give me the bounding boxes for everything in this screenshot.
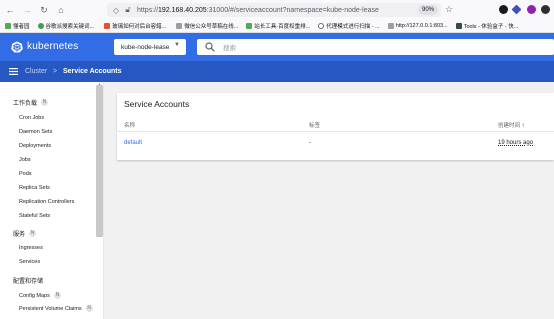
sidebar-scrollbar[interactable]	[96, 85, 103, 237]
bookmark-item[interactable]: 玻璃如何对后台容錯...	[104, 22, 166, 30]
bookmark-favicon-icon	[5, 23, 11, 29]
bookmark-favicon-icon	[37, 23, 44, 29]
column-header-created[interactable]: 创建时间 ↑	[498, 121, 525, 129]
namespace-selector[interactable]: kube-node-lease ▼	[114, 39, 186, 55]
zoom-level[interactable]: 90%	[417, 5, 438, 15]
row-labels: -	[309, 140, 311, 146]
home-icon[interactable]: ⌂	[54, 3, 68, 17]
sidebar-item-daemon-sets[interactable]: Daemon Sets	[19, 129, 52, 135]
sidebar-section-badge: N	[41, 99, 49, 106]
extension-icon[interactable]	[511, 4, 522, 15]
breadcrumb-cluster[interactable]: Cluster	[25, 68, 47, 75]
insecure-lock-icon: 🔓︎	[125, 5, 131, 14]
service-accounts-card: Service Accounts 名称 标签 创建时间 ↑ default - …	[117, 93, 554, 160]
page-title: Service Accounts	[63, 68, 122, 75]
bookmark-item[interactable]: 代理模式进行扫描 - ...	[318, 22, 380, 30]
sidebar-item-config-maps[interactable]: Config Maps N	[19, 292, 61, 299]
sidebar-item-stateful-sets[interactable]: Stateful Sets	[19, 213, 50, 219]
url-text: https://192.168.40.205:31000/#/serviceac…	[137, 6, 379, 14]
sidebar-section-workloads[interactable]: 工作负载 N	[13, 98, 49, 107]
row-name-link[interactable]: default	[124, 140, 142, 146]
app-header: kubernetes kube-node-lease ▼ 搜索	[0, 33, 554, 61]
column-header-name[interactable]: 名称	[124, 121, 135, 129]
bookmark-favicon-icon	[104, 23, 111, 29]
sidebar-item-services[interactable]: Services	[19, 259, 40, 265]
search-placeholder: 搜索	[223, 45, 236, 52]
extension-icon[interactable]	[527, 5, 536, 14]
breadcrumb-separator: >	[53, 68, 58, 75]
bookmark-star-icon[interactable]: ☆	[445, 4, 453, 15]
sidebar-section-service[interactable]: 服务 N	[13, 229, 37, 238]
bookmark-favicon-icon	[176, 23, 183, 29]
extension-icon[interactable]	[499, 5, 508, 14]
search-icon	[205, 42, 215, 52]
sidebar-item-replication-controllers[interactable]: Replication Controllers	[19, 199, 74, 205]
row-created-time: 19 hours ago	[498, 140, 534, 146]
sidebar-item-jobs[interactable]: Jobs	[19, 157, 31, 163]
address-bar[interactable]: ◇ 🔓︎ https://192.168.40.205:31000/#/serv…	[107, 3, 441, 17]
sidebar-item-deployments[interactable]: Deployments	[19, 143, 51, 149]
bookmark-favicon-icon	[455, 23, 462, 29]
bookmark-favicon-icon	[318, 23, 325, 29]
sidebar-item-badge: N	[85, 305, 93, 312]
menu-icon[interactable]	[9, 68, 18, 75]
column-header-labels: 标签	[309, 123, 321, 129]
brand-name[interactable]: kubernetes	[27, 41, 78, 52]
bookmark-item[interactable]: 懂者园	[5, 22, 30, 30]
sidebar-section-badge: N	[29, 230, 37, 237]
search-input[interactable]: 搜索	[197, 39, 554, 55]
sidebar-item-replica-sets[interactable]: Replica Sets	[19, 185, 50, 191]
bookmark-item[interactable]: 微信公众号草稿在线...	[176, 22, 238, 30]
breadcrumb: Cluster > Service Accounts	[0, 61, 554, 82]
extension-icon[interactable]	[541, 5, 550, 14]
forward-icon[interactable]: →	[20, 3, 34, 17]
browser-toolbar: ← → ↻ ⌂ ◇ 🔓︎ https://192.168.40.205:3100…	[0, 0, 554, 20]
sidebar-item-ingresses[interactable]: Ingresses	[19, 245, 43, 251]
namespace-value: kube-node-lease	[121, 43, 170, 51]
bookmark-item[interactable]: http://127.0.0.1:803...	[387, 23, 448, 29]
chevron-down-icon: ▼	[174, 42, 180, 48]
bookmark-favicon-icon	[246, 23, 253, 29]
sidebar: ▲ 工作负载N Cron Jobs Daemon Sets Deployment…	[0, 82, 104, 319]
sidebar-item-cron-jobs[interactable]: Cron Jobs	[19, 115, 44, 121]
bookmark-item[interactable]: 谷歌派搜索关键词...	[37, 22, 94, 30]
main-content: Service Accounts 名称 标签 创建时间 ↑ default - …	[104, 82, 554, 319]
sidebar-item-persistent-volume-claims[interactable]: Persistent Volume Claims N	[19, 305, 93, 312]
shield-icon: ◇	[112, 5, 120, 15]
reload-icon[interactable]: ↻	[37, 3, 51, 17]
kubernetes-logo-icon	[11, 41, 23, 53]
table-divider	[117, 131, 554, 132]
bookmark-item[interactable]: Tools - 休验盒子 - 快...	[455, 22, 518, 30]
sidebar-item-badge: N	[53, 292, 61, 299]
back-icon[interactable]: ←	[3, 3, 17, 17]
card-title: Service Accounts	[124, 99, 190, 109]
bookmark-favicon-icon	[387, 23, 394, 29]
bookmarks-bar: 懂者园 谷歌派搜索关键词... 玻璃如何对后台容錯... 微信公众号草稿在线..…	[0, 20, 554, 33]
bookmark-item[interactable]: 站长工具-百度权重排...	[246, 22, 310, 30]
sidebar-section-config-storage[interactable]: 配置和存储	[13, 276, 43, 285]
sidebar-item-pods[interactable]: Pods	[19, 171, 32, 177]
sort-ascending-icon: ↑	[521, 123, 525, 129]
